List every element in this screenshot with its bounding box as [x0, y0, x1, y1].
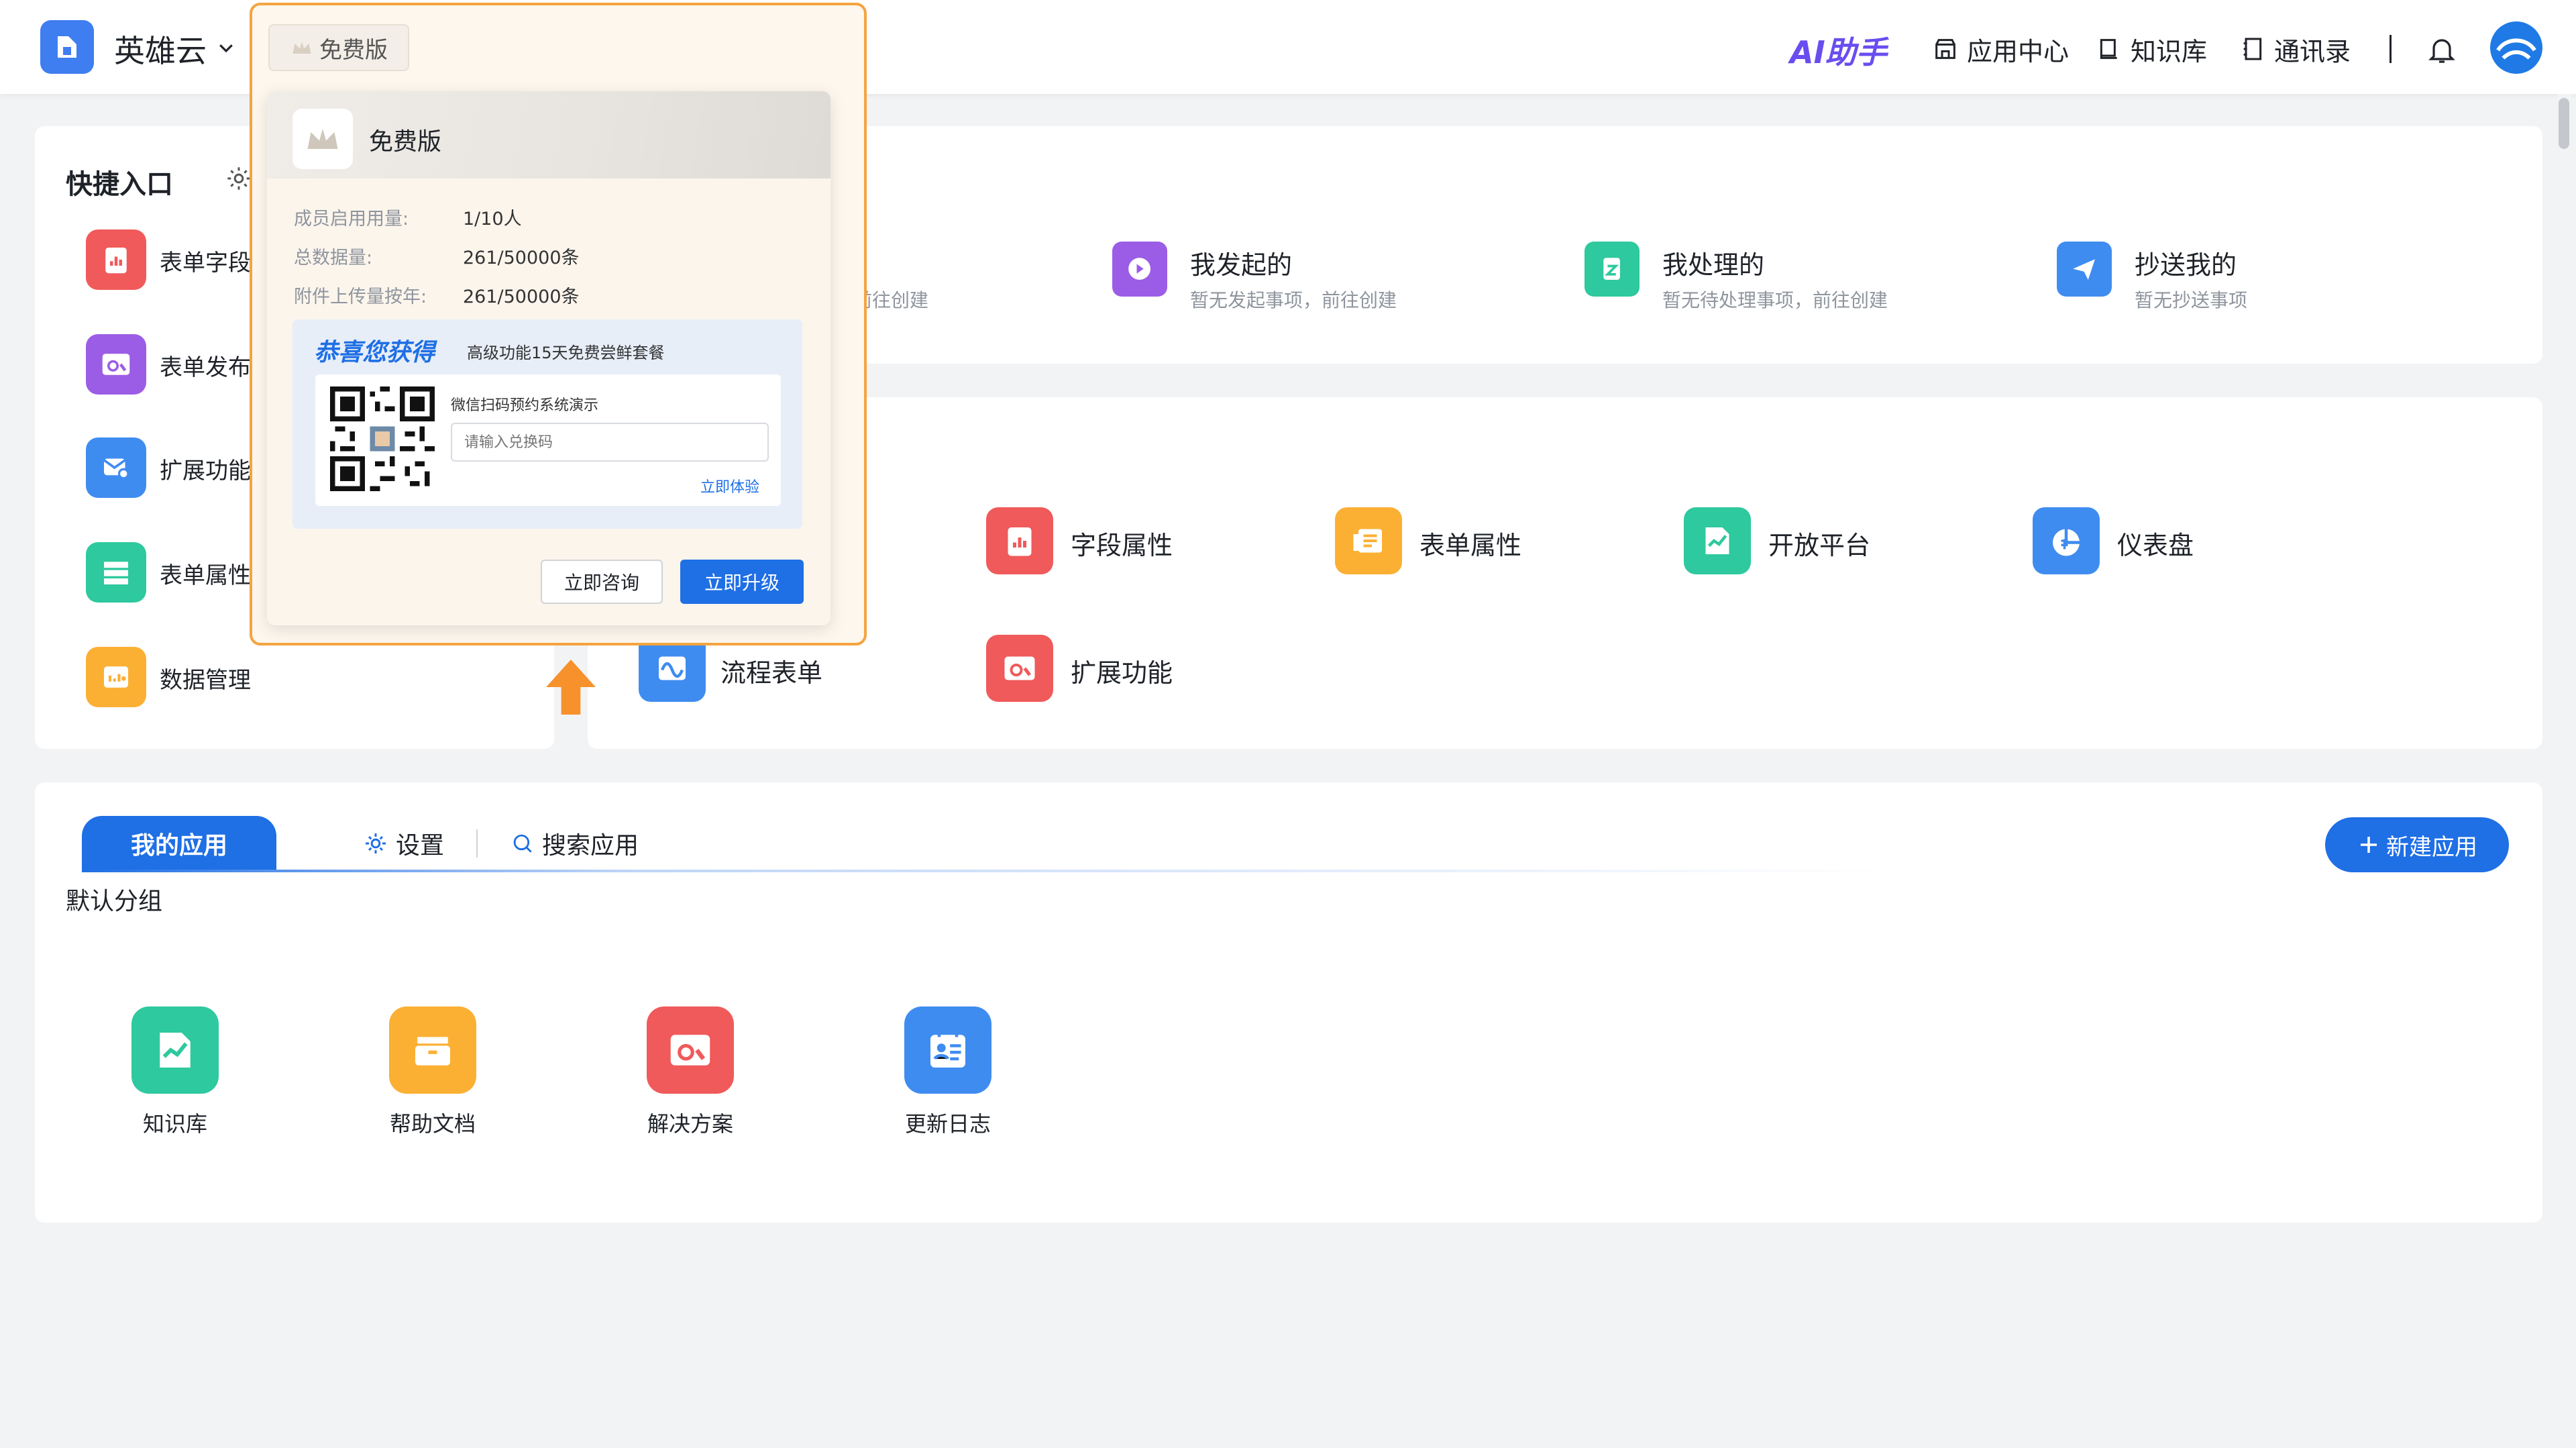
- extension-icon[interactable]: [86, 437, 146, 498]
- new-app-button[interactable]: 新建应用: [2325, 817, 2509, 872]
- apps-card: 我的应用 设置 搜索应用 新建应用 默认分组 知识库 帮助文档 解决方案 更新日…: [35, 782, 2542, 1223]
- promo-title: 恭喜您获得: [314, 339, 435, 366]
- features-card: 字段属性 表单属性 开放平台 仪表盘 流程表单 扩展功能: [588, 397, 2542, 749]
- plus-icon: [2361, 837, 2377, 853]
- field-property-icon[interactable]: [986, 507, 1053, 574]
- redeem-code-input[interactable]: [451, 423, 769, 462]
- quick-item-label[interactable]: 数据管理: [160, 662, 251, 694]
- processed-icon[interactable]: [1585, 242, 1640, 297]
- promo-inner: 微信扫码预约系统演示 立即体验: [315, 374, 781, 506]
- usage-value: 261/50000条: [463, 248, 580, 268]
- gear-icon[interactable]: [225, 165, 252, 192]
- feature-label[interactable]: 流程表单: [720, 652, 822, 689]
- dashboard-icon[interactable]: [2033, 507, 2100, 574]
- quick-item-label[interactable]: 表单属性: [160, 557, 251, 590]
- consult-button[interactable]: 立即咨询: [541, 560, 663, 604]
- search-icon: [513, 834, 532, 853]
- quick-item-label[interactable]: 表单发布: [160, 349, 251, 382]
- contacts-icon: [2243, 38, 2262, 60]
- qr-code: [330, 386, 435, 491]
- task-sub: 暂无待处理事项，前往创建: [1662, 289, 1888, 311]
- try-now-link[interactable]: 立即体验: [700, 475, 759, 497]
- tabs-underline: [82, 870, 1893, 872]
- store-icon: [1935, 39, 1955, 59]
- usage-value: 1/10人: [463, 209, 522, 229]
- app-label[interactable]: 解决方案: [623, 1107, 757, 1138]
- new-app-label: 新建应用: [2386, 833, 2477, 861]
- data-manage-icon[interactable]: [86, 647, 146, 707]
- qr-caption: 微信扫码预约系统演示: [451, 397, 599, 414]
- popup-title: 免费版: [369, 128, 442, 156]
- nav-app-center[interactable]: 应用中心: [1932, 32, 2069, 66]
- open-platform-icon[interactable]: [1684, 507, 1751, 574]
- quick-item-label[interactable]: 表单字段: [160, 244, 251, 277]
- task-sub: 暂无发起事项，前往创建: [1190, 289, 1397, 311]
- send-icon[interactable]: [2057, 242, 2112, 297]
- usage-label: 总数据量:: [294, 248, 373, 268]
- quick-entry-title: 快捷入口: [66, 169, 173, 200]
- quick-item-label[interactable]: 扩展功能: [160, 452, 251, 485]
- promo-box: 恭喜您获得 高级功能15天免费尝鲜套餐 微信扫码预约系统演示 立即体验: [292, 319, 802, 529]
- scrollbar-thumb[interactable]: [2559, 98, 2569, 149]
- tab-settings-label: 设置: [396, 832, 445, 860]
- bell-icon[interactable]: [2426, 32, 2458, 67]
- task-sub: 暂无抄送事项: [2135, 289, 2248, 311]
- nav-contacts-label: 通讯录: [2274, 36, 2351, 66]
- nav-app-center-label: 应用中心: [1967, 36, 2070, 66]
- solution-app-icon[interactable]: [647, 1006, 734, 1094]
- tab-divider: [476, 829, 478, 858]
- task-title[interactable]: 我处理的: [1662, 244, 1764, 281]
- usage-value: 261/50000条: [463, 287, 580, 307]
- form-field-icon[interactable]: [86, 229, 146, 290]
- usage-label: 附件上传量按年:: [294, 287, 427, 307]
- arrow-up-icon: [543, 656, 598, 718]
- feature-label[interactable]: 字段属性: [1071, 525, 1173, 562]
- page-scrollbar[interactable]: [2557, 94, 2572, 1448]
- edition-badge-label: 免费版: [319, 36, 388, 64]
- form-publish-icon[interactable]: [86, 334, 146, 395]
- task-title[interactable]: 抄送我的: [2135, 244, 2237, 281]
- edition-popup-card: 免费版 成员启用用量: 1/10人 总数据量: 261/50000条 附件上传量…: [267, 91, 830, 625]
- tab-search-label: 搜索应用: [542, 832, 639, 860]
- feature-label[interactable]: 扩展功能: [1071, 652, 1173, 689]
- app-label[interactable]: 更新日志: [881, 1107, 1015, 1138]
- task-title[interactable]: 我发起的: [1190, 244, 1292, 281]
- feature-label[interactable]: 开放平台: [1768, 525, 1870, 562]
- feature-label[interactable]: 表单属性: [1419, 525, 1521, 562]
- tab-search[interactable]: 搜索应用: [510, 827, 639, 860]
- usage-label: 成员启用用量:: [294, 209, 409, 229]
- changelog-app-icon[interactable]: [904, 1006, 991, 1094]
- nav-knowledge[interactable]: 知识库: [2096, 32, 2207, 66]
- ai-assistant[interactable]: AI助手: [1790, 28, 1887, 72]
- gear-icon: [366, 833, 386, 854]
- logo-icon[interactable]: [40, 20, 94, 74]
- crown-icon: [292, 42, 311, 54]
- app-label[interactable]: 帮助文档: [366, 1107, 500, 1138]
- upgrade-button[interactable]: 立即升级: [680, 560, 804, 604]
- extension-icon[interactable]: [986, 635, 1053, 702]
- tab-my-apps[interactable]: 我的应用: [82, 816, 276, 871]
- book-icon: [2100, 39, 2117, 59]
- form-property-icon[interactable]: [1335, 507, 1402, 574]
- app-label[interactable]: 知识库: [108, 1107, 242, 1138]
- nav-divider: [2390, 35, 2392, 63]
- chevron-down-icon[interactable]: [216, 38, 236, 58]
- play-icon[interactable]: [1112, 242, 1167, 297]
- promo-sub: 高级功能15天免费尝鲜套餐: [467, 344, 665, 362]
- tasks-card: 项，前往创建 我发起的 暂无发起事项，前往创建 我处理的 暂无待处理事项，前往创…: [588, 126, 2542, 364]
- form-property-icon[interactable]: [86, 542, 146, 603]
- group-title: 默认分组: [66, 888, 163, 915]
- knowledge-app-icon[interactable]: [131, 1006, 219, 1094]
- company-name[interactable]: 英雄云: [114, 27, 207, 71]
- nav-knowledge-label: 知识库: [2131, 36, 2208, 66]
- feature-label[interactable]: 仪表盘: [2117, 525, 2194, 562]
- help-doc-app-icon[interactable]: [389, 1006, 476, 1094]
- crown-icon: [292, 109, 353, 169]
- tab-settings[interactable]: 设置: [362, 827, 444, 860]
- edition-badge[interactable]: 免费版: [268, 24, 409, 71]
- nav-contacts[interactable]: 通讯录: [2239, 32, 2351, 66]
- tab-my-apps-label: 我的应用: [130, 832, 227, 860]
- avatar[interactable]: [2490, 21, 2542, 74]
